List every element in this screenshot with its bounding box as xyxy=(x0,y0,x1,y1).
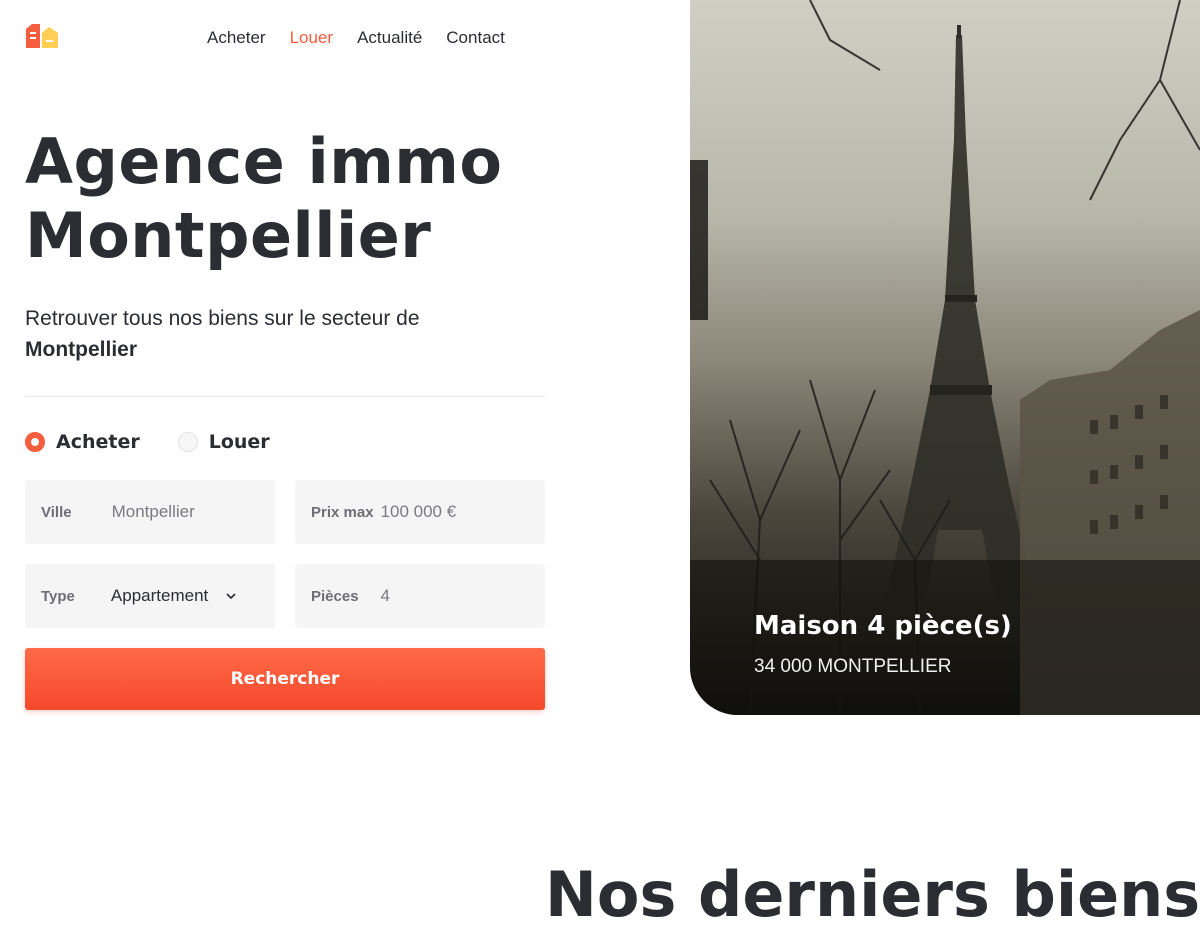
pieces-input[interactable]: 4 xyxy=(381,586,390,606)
ville-field[interactable]: Ville Montpellier xyxy=(25,480,275,544)
page-title-line-2: Montpellier xyxy=(25,199,432,272)
ville-label: Ville xyxy=(41,503,72,521)
type-select[interactable]: Type Appartement xyxy=(25,564,275,628)
radio-acheter[interactable]: Acheter xyxy=(25,431,140,453)
radio-louer[interactable]: Louer xyxy=(177,431,270,453)
pieces-label: Pièces xyxy=(311,587,359,605)
featured-property-card[interactable]: Maison 4 pièce(s) 34 000 MONTPELLIER xyxy=(690,0,1200,715)
page-title-line-1: Agence immo xyxy=(25,125,503,198)
ville-input[interactable]: Montpellier xyxy=(112,502,195,522)
type-selected-value[interactable]: Appartement xyxy=(111,586,208,606)
divider xyxy=(25,396,545,397)
radio-louer-label[interactable]: Louer xyxy=(209,431,270,453)
nav-actualite[interactable]: Actualité xyxy=(357,27,422,49)
radio-acheter-label[interactable]: Acheter xyxy=(56,431,140,453)
house-logo-icon[interactable] xyxy=(25,23,59,49)
search-button[interactable]: Rechercher xyxy=(25,648,545,710)
main-nav: Acheter Louer Actualité Contact xyxy=(207,27,529,49)
mode-radio-group: Acheter Louer xyxy=(25,431,308,453)
property-title[interactable]: Maison 4 pièce(s) xyxy=(754,611,1012,641)
hero-subtitle-city: Montpellier xyxy=(25,338,138,361)
pieces-field[interactable]: Pièces 4 xyxy=(295,564,545,628)
nav-louer[interactable]: Louer xyxy=(290,27,333,49)
eiffel-tower-photo xyxy=(690,0,1200,715)
nav-acheter[interactable]: Acheter xyxy=(207,27,266,49)
hero-subtitle: Retrouver tous nos biens sur le secteur … xyxy=(25,303,545,365)
radio-unchecked-icon[interactable] xyxy=(177,432,198,452)
prix-max-input[interactable]: 100 000 € xyxy=(381,502,457,522)
type-label: Type xyxy=(41,587,75,605)
radio-checked-icon[interactable] xyxy=(25,432,45,452)
page-title: Agence immo Montpellier xyxy=(25,125,503,273)
hero-subtitle-text: Retrouver tous nos biens sur le secteur … xyxy=(25,307,420,330)
prix-max-label: Prix max xyxy=(311,503,374,521)
chevron-down-icon[interactable] xyxy=(226,591,236,601)
prix-max-field[interactable]: Prix max 100 000 € xyxy=(295,480,545,544)
property-location: 34 000 MONTPELLIER xyxy=(754,656,952,677)
nav-contact[interactable]: Contact xyxy=(446,27,505,49)
latest-listings-title: Nos derniers biens xyxy=(545,858,1200,931)
